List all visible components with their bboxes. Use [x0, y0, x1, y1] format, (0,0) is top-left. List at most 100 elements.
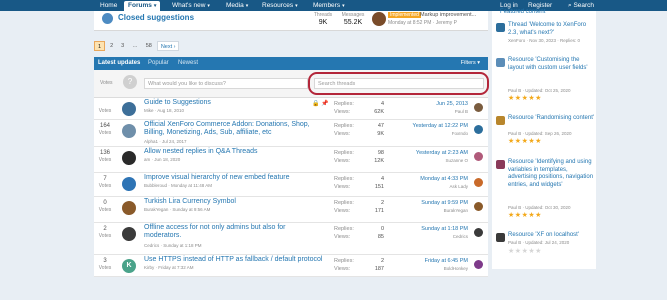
nav-media[interactable]: Media ▾: [222, 1, 252, 11]
views-label: Views:: [334, 184, 351, 190]
chevron-down-icon[interactable]: ▾: [342, 3, 345, 9]
star-icon: ★: [508, 138, 515, 145]
last-post-user[interactable]: Cedrics: [390, 234, 468, 239]
last-post-user[interactable]: Paul B: [390, 109, 468, 114]
tab-latest-updates[interactable]: Latest updates: [98, 60, 140, 66]
table-row[interactable]: 0 Votes Turkish Lira Currency Symbol Bur…: [94, 197, 488, 223]
thread-title[interactable]: Guide to Suggestions: [144, 99, 324, 107]
thread-title[interactable]: Allow nested replies in Q&A Threads: [144, 148, 324, 156]
nav-resources-label: Resources: [262, 2, 294, 9]
nav-forums[interactable]: Forums ▾: [124, 1, 161, 11]
chevron-down-icon[interactable]: ▾: [154, 3, 157, 9]
avatar[interactable]: [474, 125, 483, 134]
nav-home[interactable]: Home: [96, 1, 121, 11]
last-post-user[interactable]: BoldHonkey: [390, 266, 468, 271]
avatar[interactable]: [122, 177, 136, 191]
avatar[interactable]: [474, 103, 483, 112]
last-post-date[interactable]: Jun 25, 2013: [390, 101, 468, 107]
search-link[interactable]: ⌕ Search: [568, 1, 594, 11]
avatar[interactable]: K: [122, 259, 136, 273]
tab-newest[interactable]: Newest: [178, 60, 198, 66]
sidebar-item-title[interactable]: Thread 'Welcome to XenForo 2.3, what's n…: [508, 22, 594, 37]
page-3[interactable]: 3: [118, 41, 127, 51]
votes-label: Votes: [100, 80, 113, 86]
latest-thread-link[interactable]: Markup improvement...: [420, 12, 476, 18]
nav-resources[interactable]: Resources ▾: [258, 1, 302, 11]
last-post-user[interactable]: Ask Lady: [390, 184, 468, 189]
avatar[interactable]: [122, 201, 136, 215]
table-row[interactable]: 136 Votes Allow nested replies in Q&A Th…: [94, 147, 488, 173]
sidebar-item-meta: Paul B · Updated: Sep 26, 2020: [508, 131, 572, 136]
thread-meta: Alpha1 · Jul 24, 2017: [144, 139, 187, 144]
table-row[interactable]: 3 Votes K Use HTTPS instead of HTTP as f…: [94, 255, 488, 277]
avatar[interactable]: [474, 260, 483, 269]
votes-label: Votes: [98, 265, 112, 271]
page-ellipsis[interactable]: …: [129, 41, 141, 51]
last-post-date[interactable]: Friday at 6:45 PM: [390, 258, 468, 264]
replies-label: Replies:: [334, 123, 354, 129]
avatar[interactable]: [474, 202, 483, 211]
last-post-user[interactable]: Suzanne O: [390, 158, 468, 163]
filters-button[interactable]: Filters ▾: [461, 60, 480, 66]
last-post-user[interactable]: FoxIndo: [390, 131, 468, 136]
votes-label: Votes: [98, 130, 112, 136]
table-row[interactable]: Votes Guide to Suggestions Mike · Aug 18…: [94, 98, 488, 120]
discuss-input[interactable]: What would you like to discuss?: [144, 78, 308, 89]
sidebar-item-meta: Paul B · Updated: Oct 25, 2020: [508, 88, 571, 93]
last-post-date[interactable]: Sunday at 9:59 PM: [390, 200, 468, 206]
thread-title[interactable]: Use HTTPS instead of HTTP as fallback / …: [144, 256, 324, 264]
table-row[interactable]: 7 Votes Improve visual hierarchy of new …: [94, 173, 488, 197]
sidebar-item-title[interactable]: Resource 'XF on localhost': [508, 232, 594, 240]
table-row[interactable]: 164 Votes Official XenForo Commerce Addo…: [94, 120, 488, 147]
tab-popular[interactable]: Popular: [148, 60, 169, 66]
last-post-user[interactable]: BurakYegan: [390, 208, 468, 213]
last-post-date[interactable]: Sunday at 1:18 PM: [390, 226, 468, 232]
replies-label: Replies:: [334, 226, 354, 232]
avatar[interactable]: [474, 178, 483, 187]
avatar[interactable]: [122, 102, 136, 116]
views-value: 187: [374, 266, 384, 272]
quick-thread-row: Votes ? What would you like to discuss? …: [94, 70, 489, 98]
sidebar-item-title[interactable]: Resource 'Randomising content': [508, 115, 594, 123]
thread-title[interactable]: Offline access for not only admins but a…: [144, 224, 324, 240]
replies-value: 4: [380, 101, 384, 107]
thread-title[interactable]: Improve visual hierarchy of new embed fe…: [144, 174, 324, 182]
thread-title[interactable]: Official XenForo Commerce Addon: Donatio…: [144, 121, 324, 137]
avatar[interactable]: [122, 227, 136, 241]
thread-list: Votes Guide to Suggestions Mike · Aug 18…: [94, 98, 488, 277]
chevron-down-icon[interactable]: ▾: [295, 3, 298, 9]
node-title[interactable]: Closed suggestions: [118, 13, 194, 22]
star-icon: ★: [514, 138, 522, 145]
sidebar-item-title[interactable]: Resource 'Customising the layout with cu…: [508, 57, 594, 72]
nav-home-label: Home: [100, 2, 118, 9]
thread-title[interactable]: Turkish Lira Currency Symbol: [144, 198, 324, 206]
last-post-date[interactable]: Monday at 4:33 PM: [390, 176, 468, 182]
sidebar-item-meta: Paul B · Updated: Oct 30, 2020: [508, 205, 571, 210]
nav-whats-new[interactable]: What's new ▾: [168, 1, 214, 11]
votes-label: Votes: [98, 157, 112, 163]
next-page-button[interactable]: Next ›: [156, 41, 180, 51]
vote-count: 164: [99, 123, 110, 129]
avatar[interactable]: [122, 124, 136, 138]
avatar[interactable]: [122, 151, 136, 165]
page-1[interactable]: 1: [94, 41, 106, 51]
chevron-down-icon[interactable]: ▾: [246, 3, 249, 9]
avatar[interactable]: [474, 228, 483, 237]
last-post-date[interactable]: Yesterday at 12:22 PM: [390, 123, 468, 129]
sidebar-item-title[interactable]: Resource 'Identifying and using variable…: [508, 159, 594, 189]
star-rating: ★★★★★: [508, 138, 542, 146]
avatar[interactable]: [372, 12, 386, 26]
page-last[interactable]: 58: [143, 41, 155, 51]
nav-members[interactable]: Members ▾: [309, 1, 349, 11]
table-row[interactable]: 2 Votes Offline access for not only admi…: [94, 223, 488, 255]
page-2[interactable]: 2: [107, 41, 116, 51]
last-post-date[interactable]: Yesterday at 2:23 AM: [390, 150, 468, 156]
avatar[interactable]: [474, 152, 483, 161]
views-label: Views:: [334, 109, 351, 115]
sidebar-item-meta: Paul B · Updated: Jul 24, 2020: [508, 240, 570, 245]
pagination: 1 2 3 … 58 Next ›: [94, 41, 180, 51]
views-value: 85: [377, 234, 384, 240]
thread-meta: Mike · Aug 18, 2010: [144, 108, 185, 113]
chevron-down-icon[interactable]: ▾: [207, 3, 210, 9]
replies-label: Replies:: [334, 200, 354, 206]
